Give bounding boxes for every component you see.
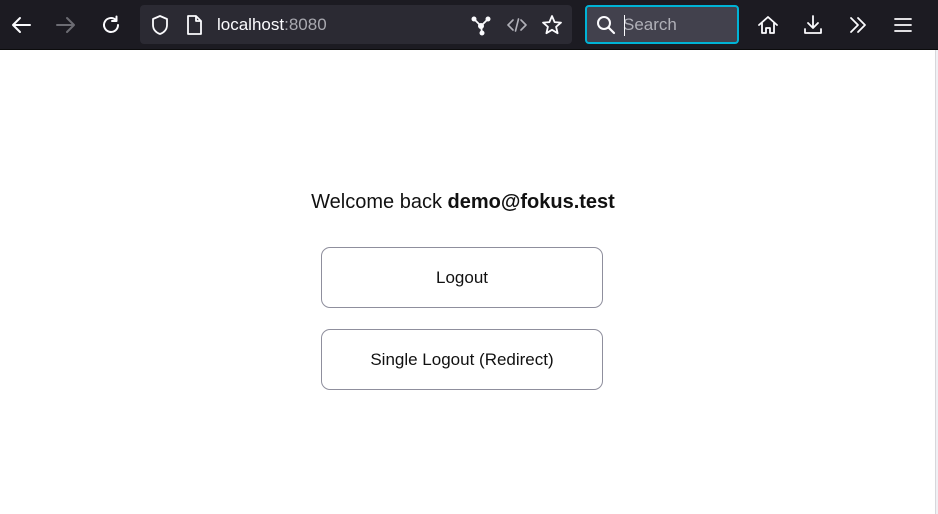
home-icon xyxy=(757,14,779,36)
tracking-protection-button[interactable] xyxy=(144,9,176,41)
share-nodes-icon xyxy=(470,14,492,36)
logout-button[interactable]: Logout xyxy=(321,247,603,308)
logout-button-label: Logout xyxy=(436,267,488,287)
overflow-menu-button[interactable] xyxy=(842,9,874,41)
url-host: localhost xyxy=(217,15,285,34)
star-icon xyxy=(541,14,563,36)
search-bar[interactable] xyxy=(585,5,739,44)
bookmark-button[interactable] xyxy=(536,9,568,41)
url-port: :8080 xyxy=(284,15,327,34)
address-bar[interactable]: localhost:8080 xyxy=(140,5,572,44)
shield-icon xyxy=(149,14,171,36)
page-content: Welcome back demo@fokus.test Logout Sing… xyxy=(0,50,935,514)
developer-tools-button[interactable] xyxy=(501,9,533,41)
app-menu-button[interactable] xyxy=(887,9,919,41)
page-info-button[interactable] xyxy=(178,9,210,41)
text-caret xyxy=(624,15,625,36)
welcome-prefix: Welcome back xyxy=(311,191,442,213)
hamburger-icon xyxy=(892,14,914,36)
welcome-message: Welcome back demo@fokus.test xyxy=(0,191,926,214)
download-icon xyxy=(802,14,824,36)
chevron-double-right-icon xyxy=(847,14,869,36)
search-input[interactable] xyxy=(623,14,733,36)
downloads-button[interactable] xyxy=(797,9,829,41)
code-icon xyxy=(506,14,528,36)
home-button[interactable] xyxy=(752,9,784,41)
arrow-right-icon xyxy=(55,14,77,36)
arrow-left-icon xyxy=(10,14,32,36)
extension-button[interactable] xyxy=(465,9,497,41)
magnifier-icon xyxy=(595,14,617,41)
page-icon xyxy=(184,14,204,36)
reload-icon xyxy=(100,14,122,36)
user-email: demo@fokus.test xyxy=(447,191,615,213)
back-button[interactable] xyxy=(5,9,37,41)
forward-button[interactable] xyxy=(50,9,82,41)
single-logout-button-label: Single Logout (Redirect) xyxy=(370,349,554,369)
url-text[interactable]: localhost:8080 xyxy=(217,5,327,44)
reload-button[interactable] xyxy=(95,9,127,41)
single-logout-redirect-button[interactable]: Single Logout (Redirect) xyxy=(321,329,603,390)
browser-toolbar: localhost:8080 xyxy=(0,0,938,50)
